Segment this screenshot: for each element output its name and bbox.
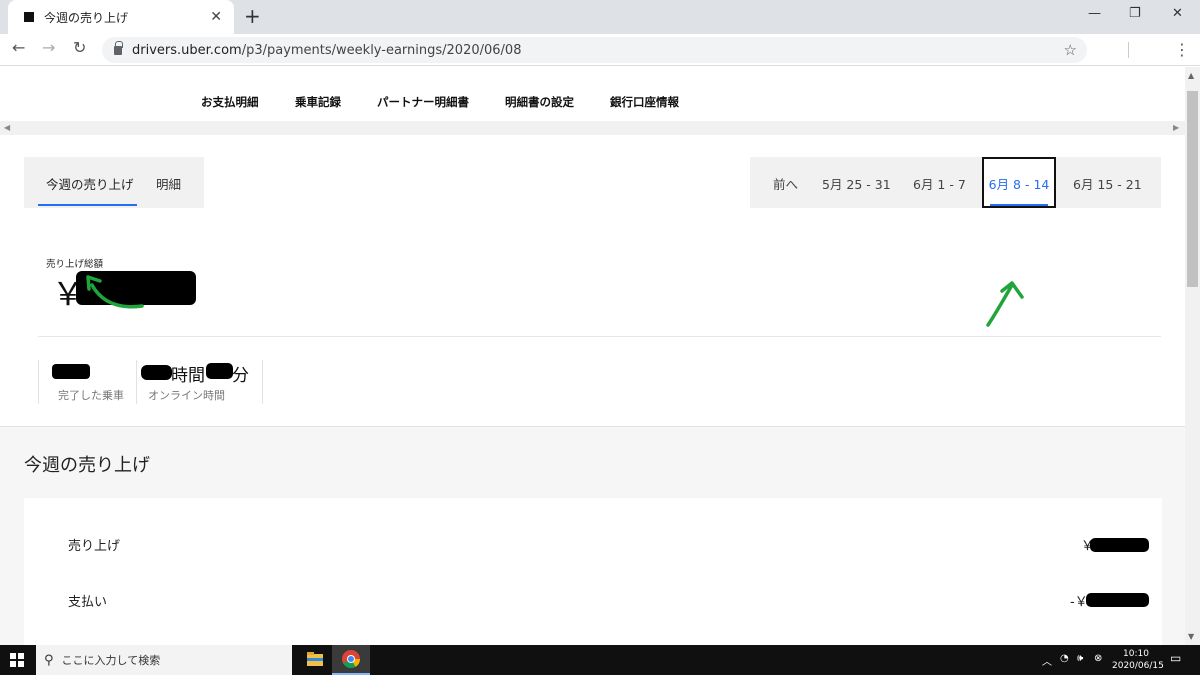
selected-week-label: 6月 8 - 14 xyxy=(988,177,1050,192)
nav-trip-history[interactable]: 乗車記録 xyxy=(295,94,341,110)
browser-toolbar: ← → ↻ drivers.uber.com/p3/payments/weekl… xyxy=(0,34,1200,66)
total-earnings-label: 売り上げ総額 xyxy=(46,259,104,270)
week-option[interactable]: 6月 15 - 21 xyxy=(1073,174,1142,193)
new-tab-button[interactable]: + xyxy=(244,4,261,28)
redacted-minutes xyxy=(206,363,233,379)
active-tab-indicator xyxy=(38,204,137,206)
browser-tab-strip: 今週の売り上げ ✕ + — ❐ ✕ xyxy=(0,0,1200,34)
windows-taskbar: ⚲ ここに入力して検索 ︿ ◔ 🕪 ⊗ 10:10 2020/06/15 ▭ xyxy=(0,645,1200,675)
week-selector: 前へ 5月 25 - 31 6月 1 - 7 6月 8 - 14 6月 15 -… xyxy=(750,157,1161,208)
status-x-icon[interactable]: ⊗ xyxy=(1094,653,1102,664)
section-title: 今週の売り上げ xyxy=(24,455,150,476)
week-option[interactable]: 5月 25 - 31 xyxy=(822,174,891,193)
close-tab-button[interactable]: ✕ xyxy=(210,9,222,25)
online-time-caption: オンライン時間 xyxy=(148,389,225,402)
tab-weekly-earnings[interactable]: 今週の売り上げ xyxy=(46,174,134,193)
tab-title: 今週の売り上げ xyxy=(44,10,129,25)
address-bar[interactable]: drivers.uber.com/p3/payments/weekly-earn… xyxy=(102,37,1087,63)
minutes-unit: 分 xyxy=(232,366,249,386)
week-option-selected[interactable]: 6月 8 - 14 xyxy=(982,157,1056,208)
annotation-arrow-left xyxy=(86,275,144,309)
week-option[interactable]: 6月 1 - 7 xyxy=(913,174,966,193)
taskbar-search-box[interactable]: ⚲ ここに入力して検索 xyxy=(36,645,292,675)
url-text[interactable]: drivers.uber.com/p3/payments/weekly-earn… xyxy=(132,43,1064,58)
search-icon: ⚲ xyxy=(44,652,54,668)
browser-tab[interactable]: 今週の売り上げ ✕ xyxy=(8,0,234,34)
toolbar-divider xyxy=(1128,42,1129,58)
close-window-button[interactable]: ✕ xyxy=(1172,6,1183,21)
section-divider xyxy=(38,336,1161,337)
nav-partner-statements[interactable]: パートナー明細書 xyxy=(377,94,469,110)
taskbar-clock[interactable]: 10:10 2020/06/15 xyxy=(1112,648,1164,672)
redacted-hours xyxy=(141,365,172,380)
vertical-scrollbar[interactable]: ▲ ▼ xyxy=(1185,67,1200,645)
nav-statement-settings[interactable]: 明細書の設定 xyxy=(505,94,574,110)
minimize-button[interactable]: — xyxy=(1088,6,1101,21)
chrome-icon[interactable] xyxy=(332,645,370,675)
maximize-button[interactable]: ❐ xyxy=(1129,6,1141,21)
clock-time: 10:10 xyxy=(1123,649,1149,659)
completed-trips-caption: 完了した乗車 xyxy=(58,389,124,402)
forward-arrow-icon[interactable]: → xyxy=(42,38,55,57)
earnings-row-label: 売り上げ xyxy=(68,539,121,554)
bookmark-star-icon[interactable]: ☆ xyxy=(1064,41,1077,59)
stat-separator xyxy=(136,360,137,404)
tray-chevron-icon[interactable]: ︿ xyxy=(1042,653,1052,668)
redacted-earnings-amount xyxy=(1090,538,1149,552)
windows-start-icon[interactable] xyxy=(10,653,24,667)
search-placeholder: ここに入力して検索 xyxy=(61,654,161,667)
annotation-arrow-up xyxy=(986,281,1024,327)
earnings-breakdown-panel: 売り上げ ￥ 支払い -￥ xyxy=(24,498,1162,645)
weekly-summary-card: 今週の売り上げ 明細 前へ 5月 25 - 31 6月 1 - 7 6月 8 -… xyxy=(0,135,1185,427)
stat-separator xyxy=(262,360,263,404)
payouts-row-label: 支払い xyxy=(68,595,108,610)
scroll-right-icon[interactable]: ▶ xyxy=(1173,123,1179,132)
volume-icon[interactable]: 🕪 xyxy=(1077,653,1083,664)
top-navigation: お支払明細 乗車記録 パートナー明細書 明細書の設定 銀行口座情報 xyxy=(0,67,1185,121)
reload-icon[interactable]: ↻ xyxy=(73,38,86,57)
notification-icon[interactable]: ▭ xyxy=(1170,651,1181,665)
nav-bank-account[interactable]: 銀行口座情報 xyxy=(610,94,679,110)
page-viewport: お支払明細 乗車記録 パートナー明細書 明細書の設定 銀行口座情報 ◀ ▶ 今週… xyxy=(0,67,1185,645)
menu-dots-icon[interactable]: ⋮ xyxy=(1174,40,1190,59)
lock-icon xyxy=(114,40,123,55)
redacted-payouts-amount xyxy=(1086,593,1149,607)
back-arrow-icon[interactable]: ← xyxy=(12,38,25,57)
network-icon[interactable]: ◔ xyxy=(1060,653,1069,664)
nav-payment-statements[interactable]: お支払明細 xyxy=(201,94,259,110)
tab-details[interactable]: 明細 xyxy=(156,174,181,193)
view-segment-control: 今週の売り上げ 明細 xyxy=(24,157,204,208)
scroll-up-icon[interactable]: ▲ xyxy=(1188,71,1194,80)
favicon-icon xyxy=(24,12,34,22)
selected-week-indicator xyxy=(990,204,1048,206)
redacted-trips-count xyxy=(52,364,90,379)
scroll-thumb[interactable] xyxy=(1187,91,1198,287)
previous-week-button[interactable]: 前へ xyxy=(773,174,798,193)
hours-unit: 時間 xyxy=(171,366,205,386)
file-explorer-icon[interactable] xyxy=(296,645,334,675)
scroll-left-icon[interactable]: ◀ xyxy=(4,123,10,132)
horizontal-scrollbar[interactable]: ◀ ▶ xyxy=(0,121,1185,135)
clock-date: 2020/06/15 xyxy=(1112,661,1164,671)
scroll-down-icon[interactable]: ▼ xyxy=(1188,632,1194,641)
stat-separator xyxy=(38,360,39,404)
